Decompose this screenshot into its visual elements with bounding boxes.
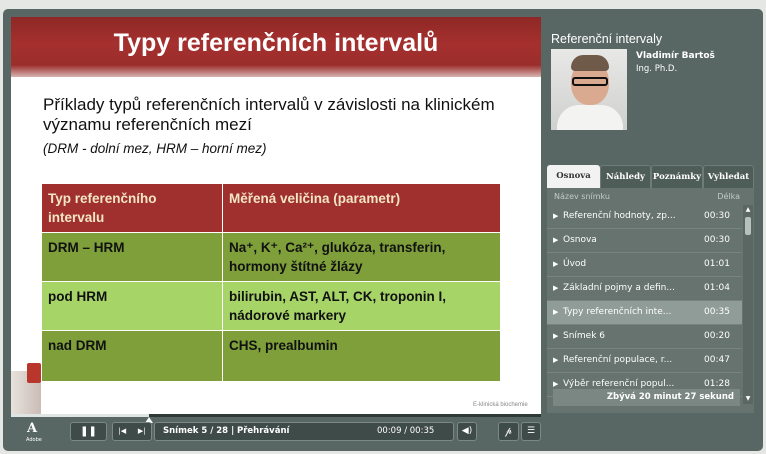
sidebar: Referenční intervaly Vladimír Bartoš Ing…	[547, 20, 757, 418]
slide-watermark: E-klinická biochemie	[473, 402, 528, 408]
list-item-selected[interactable]: ▶ Typy referenčních inte... 00:35	[547, 301, 742, 325]
time-remaining: Zbývá 20 minut 27 sekund	[553, 389, 740, 406]
scroll-down-icon[interactable]: ▼	[743, 394, 753, 404]
table-header-cell: Typ referenčního intervalu	[41, 183, 223, 233]
table-cell: CHS, prealbumin	[222, 330, 501, 382]
play-triangle-icon: ▶	[553, 284, 559, 292]
scroll-up-icon[interactable]: ▲	[743, 205, 753, 215]
skip-previous-icon[interactable]: |◀	[118, 427, 126, 435]
table-cell: nad DRM	[41, 330, 223, 382]
playback-state: Přehrávání	[237, 426, 290, 436]
playback-time: 00:09 / 00:35	[377, 426, 435, 436]
slide-note: (DRM - dolní mez, HRM – horní mez)	[43, 141, 267, 156]
table-cell: bilirubin, AST, ALT, CK, troponin I, nád…	[222, 281, 501, 331]
adobe-logo-icon: A	[27, 421, 38, 436]
control-bar: A Adobe ❚❚ |◀ ▶| Snímek 5 / 28 | Přehráv…	[11, 418, 757, 445]
presenter-degree: Ing. Ph.D.	[636, 64, 678, 74]
slide-title-bar: Typy referenčních intervalů	[11, 17, 541, 77]
slide-canvas: Typy referenčních intervalů Příklady typ…	[11, 17, 541, 414]
table-row: nad DRM CHS, prealbumin	[41, 330, 501, 382]
volume-button[interactable]: ◀)	[457, 422, 477, 441]
play-triangle-icon: ▶	[553, 356, 559, 364]
presenter-photo	[551, 49, 627, 130]
presentation-title: Referenční intervaly	[551, 32, 663, 46]
list-item[interactable]: ▶ Referenční populace, r... 00:47	[547, 349, 742, 373]
slide-title: Typy referenčních intervalů	[113, 29, 439, 57]
paperclip-icon: 𝓅	[504, 426, 513, 437]
playback-progress-bar[interactable]	[11, 414, 541, 423]
play-triangle-icon: ▶	[553, 332, 559, 340]
play-triangle-icon: ▶	[553, 260, 559, 268]
tab-outline[interactable]: Osnova	[547, 165, 600, 188]
slide-outline-list: Název snímku Délka ▶ Referenční hodnoty, …	[547, 188, 754, 413]
tab-search[interactable]: Vyhledat	[703, 165, 754, 188]
list-header-name: Název snímku	[554, 192, 610, 201]
slide-counter: Snímek 5 / 28 |	[163, 426, 235, 436]
tab-thumbnails[interactable]: Náhledy	[600, 165, 651, 188]
table-cell: DRM – HRM	[41, 232, 223, 282]
list-item[interactable]: ▶ Osnova 00:30	[547, 229, 742, 253]
sidebar-tabs: Osnova Náhledy Poznámky Vyhledat	[547, 165, 754, 188]
test-tube-decoration	[27, 363, 41, 383]
progress-fill	[11, 414, 149, 417]
table-row: pod HRM bilirubin, AST, ALT, CK, troponi…	[41, 281, 501, 331]
play-triangle-icon: ▶	[553, 236, 559, 244]
pause-icon: ❚❚	[80, 426, 97, 437]
tab-notes[interactable]: Poznámky	[651, 165, 703, 188]
list-item[interactable]: ▶ Úvod 01:01	[547, 253, 742, 277]
list-item[interactable]: ▶ Základní pojmy a defin... 01:04	[547, 277, 742, 301]
table-header-row: Typ referenčního intervalu Měřená veliči…	[41, 183, 501, 233]
list-header: Název snímku Délka	[554, 192, 740, 201]
list-header-length: Délka	[717, 192, 740, 201]
speaker-icon: ◀)	[461, 426, 473, 436]
list-scrollbar[interactable]: ▲ ▼	[743, 205, 753, 404]
play-triangle-icon: ▶	[553, 308, 559, 316]
skip-next-icon[interactable]: ▶|	[138, 427, 146, 435]
sidebar-toggle-button[interactable]: ☰	[521, 422, 541, 441]
table-cell: Na⁺, K⁺, Ca²⁺, glukóza, transferin, horm…	[222, 232, 501, 282]
reference-interval-table: Typ referenčního intervalu Měřená veliči…	[41, 183, 501, 382]
adobe-logo-label: Adobe	[26, 437, 42, 443]
scroll-thumb[interactable]	[745, 217, 751, 235]
slide-intro-text: Příklady typů referenčních intervalů v z…	[43, 95, 495, 134]
playback-status: Snímek 5 / 28 | Přehrávání 00:09 / 00:35	[154, 422, 454, 441]
playlist-icon: ☰	[526, 426, 536, 436]
list-item[interactable]: ▶ Referenční hodnoty, zp... 00:30	[547, 205, 742, 229]
presenter-name: Vladimír Bartoš	[636, 51, 715, 61]
list-item[interactable]: ▶ Snímek 6 00:20	[547, 325, 742, 349]
outline-rows: ▶ Referenční hodnoty, zp... 00:30 ▶ Osnova 0…	[547, 205, 742, 397]
table-row: DRM – HRM Na⁺, K⁺, Ca²⁺, glukóza, transf…	[41, 232, 501, 282]
pause-button[interactable]: ❚❚	[70, 422, 107, 441]
play-triangle-icon: ▶	[553, 212, 559, 220]
table-cell: pod HRM	[41, 281, 223, 331]
table-header-cell: Měřená veličina (parametr)	[222, 183, 501, 233]
slide-navigation-buttons: |◀ ▶|	[112, 422, 152, 441]
attachments-button[interactable]: 𝓅	[498, 422, 519, 441]
